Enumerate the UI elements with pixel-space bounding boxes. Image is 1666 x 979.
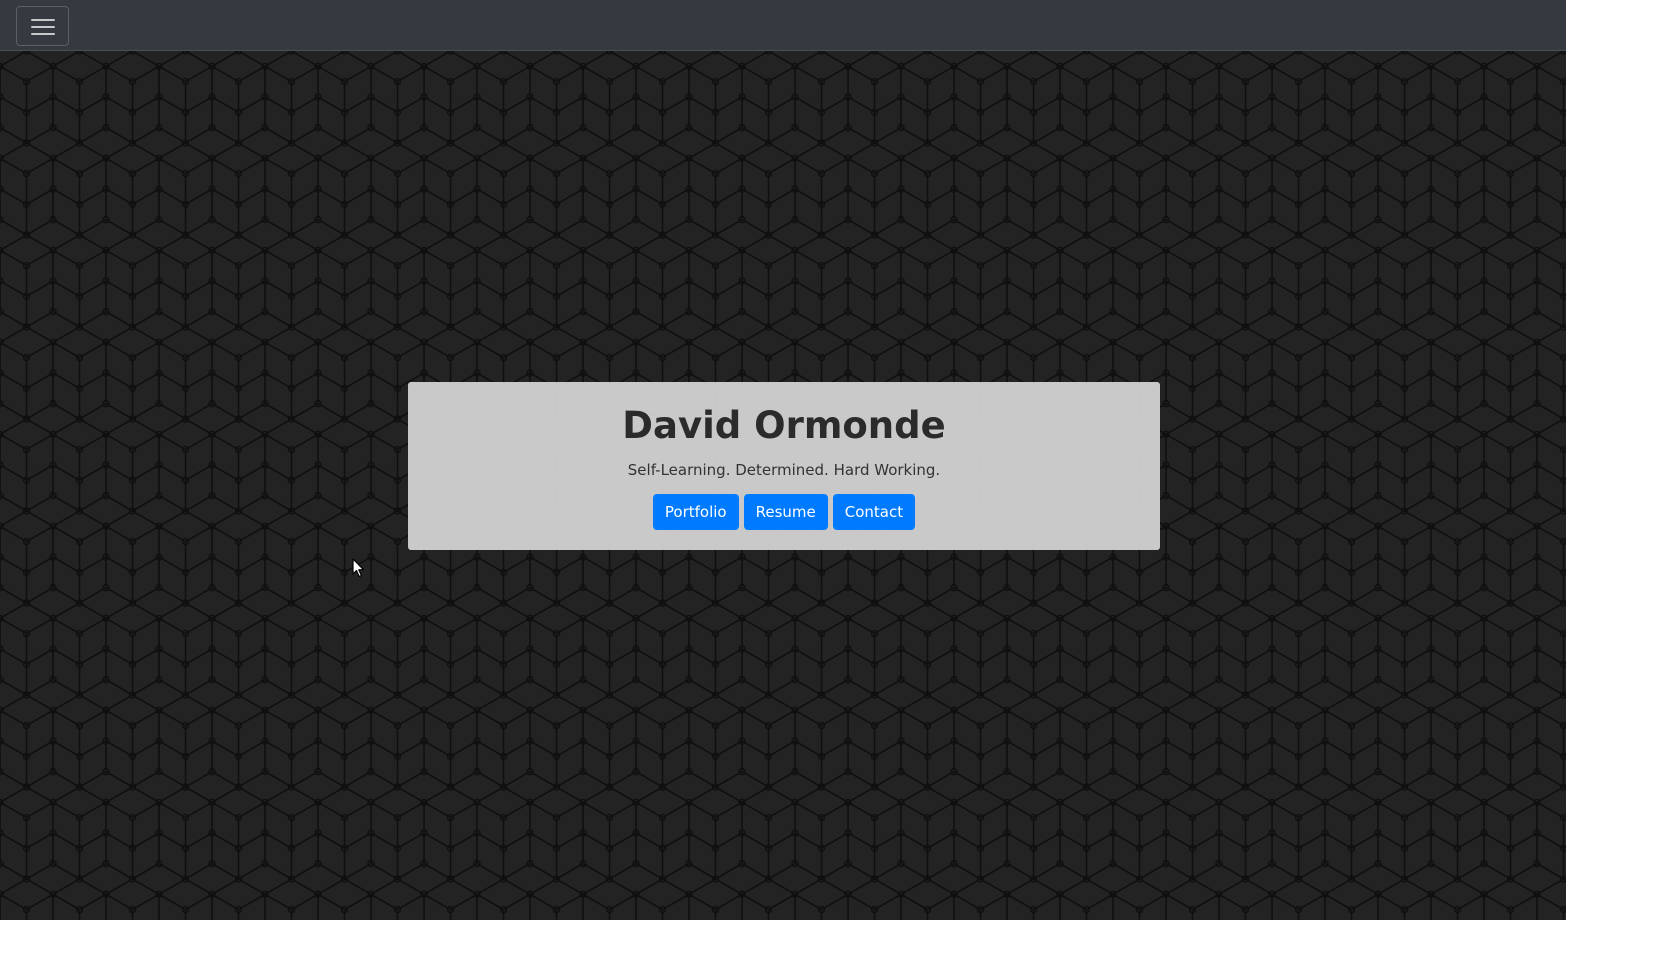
profile-name: David Ormonde	[622, 404, 946, 447]
hero-section: David Ormonde Self-Learning. Determined.…	[0, 51, 1566, 920]
profile-tagline: Self-Learning. Determined. Hard Working.	[627, 461, 941, 479]
action-buttons: Portfolio Resume Contact	[408, 494, 1160, 530]
resume-button[interactable]: Resume	[743, 494, 828, 530]
contact-button[interactable]: Contact	[832, 494, 916, 530]
mouse-pointer-icon	[352, 558, 365, 578]
navbar-toggle-button[interactable]	[16, 6, 69, 46]
portfolio-button[interactable]: Portfolio	[652, 494, 739, 530]
right-margin	[1566, 0, 1666, 979]
top-navbar	[0, 0, 1566, 51]
page-viewport: David Ormonde Self-Learning. Determined.…	[0, 0, 1566, 920]
bottom-margin	[0, 920, 1566, 979]
intro-card: David Ormonde Self-Learning. Determined.…	[408, 382, 1160, 550]
